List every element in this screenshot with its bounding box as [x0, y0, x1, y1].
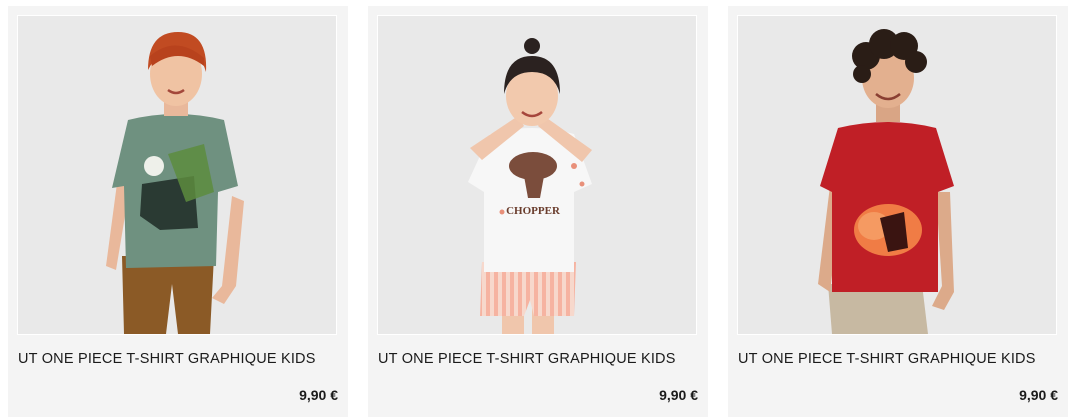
kid-red-shirt-illustration [738, 16, 1056, 334]
product-name[interactable]: UT ONE PIECE T-SHIRT GRAPHIQUE KIDS [18, 351, 338, 367]
product-name[interactable]: UT ONE PIECE T-SHIRT GRAPHIQUE KIDS [378, 351, 698, 367]
product-grid: UT ONE PIECE T-SHIRT GRAPHIQUE KIDS 9,90… [0, 0, 1071, 417]
product-image[interactable] [17, 15, 337, 335]
product-name[interactable]: UT ONE PIECE T-SHIRT GRAPHIQUE KIDS [738, 351, 1058, 367]
product-image[interactable]: CHOPPER [377, 15, 697, 335]
product-price: 9,90 € [1019, 387, 1058, 403]
shirt-graphic-text: CHOPPER [506, 205, 561, 217]
product-card[interactable]: CHOPPER UT ONE PIECE T-SHIRT GRAPHIQUE K… [368, 6, 708, 417]
product-card[interactable]: UT ONE PIECE T-SHIRT GRAPHIQUE KIDS 9,90… [8, 6, 348, 417]
product-price: 9,90 € [299, 387, 338, 403]
kid-green-shirt-illustration [18, 16, 336, 334]
kid-white-chopper-shirt-illustration: CHOPPER [378, 16, 696, 334]
product-card[interactable]: UT ONE PIECE T-SHIRT GRAPHIQUE KIDS 9,90… [728, 6, 1068, 417]
product-price: 9,90 € [659, 387, 698, 403]
product-image[interactable] [737, 15, 1057, 335]
